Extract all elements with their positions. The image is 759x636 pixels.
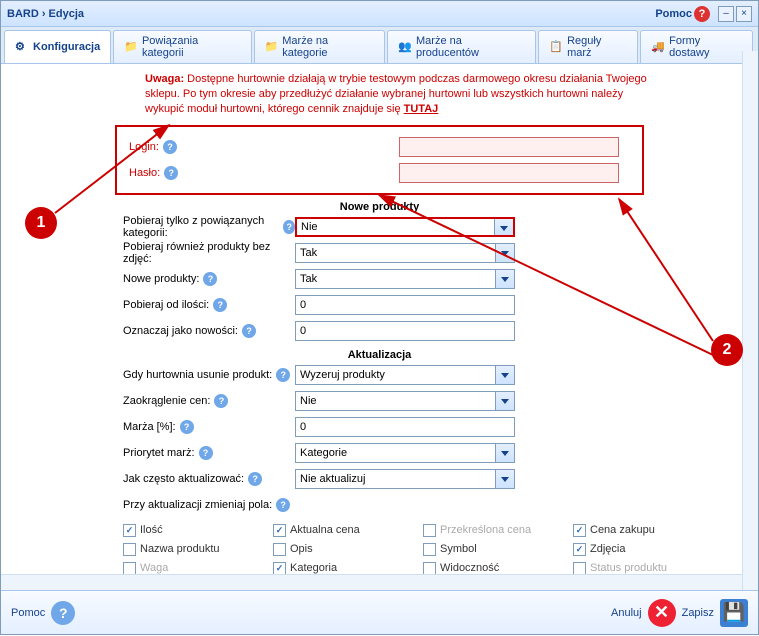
tab-marze-producentow[interactable]: 👥 Marże na producentów bbox=[387, 30, 536, 63]
footer-help-label[interactable]: Pomoc bbox=[11, 607, 45, 619]
select-pobieraj-zdj[interactable]: Tak bbox=[295, 243, 515, 263]
check-przekreslona: Przekreślona cena bbox=[423, 521, 573, 540]
help-icon[interactable]: ? bbox=[180, 420, 194, 434]
titlebar: BARD › Edycja Pomoc ? – × bbox=[1, 1, 758, 27]
minimize-button[interactable]: – bbox=[718, 6, 734, 22]
vertical-scrollbar[interactable] bbox=[742, 51, 758, 590]
login-input[interactable] bbox=[399, 137, 619, 157]
tab-reguly[interactable]: 📋 Reguły marż bbox=[538, 30, 638, 63]
help-icon[interactable]: ? bbox=[164, 166, 178, 180]
input-marza[interactable] bbox=[295, 417, 515, 437]
save-label[interactable]: Zapisz bbox=[682, 607, 714, 619]
gear-icon: ⚙ bbox=[15, 40, 29, 54]
tab-konfiguracja[interactable]: ⚙ Konfiguracja bbox=[4, 30, 111, 63]
select-nowe-produkty[interactable]: Tak bbox=[295, 269, 515, 289]
label-pobieraj-kat: Pobieraj tylko z powiązanych kategorii: … bbox=[15, 215, 295, 239]
label-oznaczaj: Oznaczaj jako nowości: ? bbox=[15, 324, 295, 338]
check-nazwa[interactable]: Nazwa produktu bbox=[123, 540, 273, 559]
help-icon[interactable]: ? bbox=[242, 324, 256, 338]
label-przy-akt: Przy aktualizacji zmieniaj pola: ? bbox=[15, 498, 295, 512]
label-priorytet: Priorytet marż: ? bbox=[15, 446, 295, 460]
help-icon[interactable]: ? bbox=[163, 140, 177, 154]
help-icon[interactable]: ? bbox=[248, 472, 262, 486]
input-oznaczaj[interactable] bbox=[295, 321, 515, 341]
horizontal-scrollbar[interactable] bbox=[1, 574, 742, 590]
select-zaokraglenie[interactable]: Nie bbox=[295, 391, 515, 411]
label-nowe-produkty: Nowe produkty: ? bbox=[15, 272, 295, 286]
folder-icon: 📁 bbox=[124, 40, 138, 54]
section-aktualizacja: Aktualizacja bbox=[15, 349, 744, 361]
tab-formy[interactable]: 🚚 Formy dostawy bbox=[640, 30, 753, 63]
footer: Pomoc ? Anuluj ✕ Zapisz 💾 bbox=[1, 590, 758, 634]
window-title: BARD › Edycja bbox=[7, 8, 655, 20]
warning-link[interactable]: TUTAJ bbox=[404, 103, 439, 115]
close-button[interactable]: × bbox=[736, 6, 752, 22]
check-symbol[interactable]: Symbol bbox=[423, 540, 573, 559]
select-pobieraj-kat[interactable]: Nie bbox=[295, 217, 515, 237]
select-gdy-usunie[interactable]: Wyzeruj produkty bbox=[295, 365, 515, 385]
help-link[interactable]: Pomoc ? bbox=[655, 6, 710, 22]
content-area: Uwaga: Dostępne hurtownie działają w try… bbox=[1, 64, 758, 590]
select-priorytet[interactable]: Kategorie bbox=[295, 443, 515, 463]
label-pobieraj-zdj: Pobieraj również produkty bez zdjęć: bbox=[15, 241, 295, 265]
save-button[interactable]: 💾 bbox=[720, 599, 748, 627]
rules-icon: 📋 bbox=[549, 40, 563, 54]
help-icon[interactable]: ? bbox=[214, 394, 228, 408]
warning-message: Uwaga: Dostępne hurtownie działają w try… bbox=[145, 72, 665, 117]
tab-bar: ⚙ Konfiguracja 📁 Powiązania kategorii 📁 … bbox=[1, 27, 758, 64]
label-jak-czesto: Jak często aktualizować: ? bbox=[15, 472, 295, 486]
cancel-label[interactable]: Anuluj bbox=[611, 607, 642, 619]
tab-marze-kategorie[interactable]: 📁 Marże na kategorie bbox=[254, 30, 386, 63]
check-opis[interactable]: Opis bbox=[273, 540, 423, 559]
haslo-input[interactable] bbox=[399, 163, 619, 183]
truck-icon: 🚚 bbox=[651, 40, 665, 54]
check-zdjecia[interactable]: Zdjęcia bbox=[573, 540, 723, 559]
check-cena-zakupu[interactable]: Cena zakupu bbox=[573, 521, 723, 540]
label-gdy-usunie: Gdy hurtownia usunie produkt: ? bbox=[15, 368, 295, 382]
help-icon[interactable]: ? bbox=[276, 498, 290, 512]
checkbox-grid: Ilość Aktualna cena Przekreślona cena Ce… bbox=[123, 521, 744, 578]
select-jak-czesto[interactable]: Nie aktualizuj bbox=[295, 469, 515, 489]
help-icon[interactable]: ? bbox=[51, 601, 75, 625]
section-nowe-produkty: Nowe produkty bbox=[15, 201, 744, 213]
help-icon: ? bbox=[694, 6, 710, 22]
people-icon: 👥 bbox=[398, 40, 412, 54]
help-icon[interactable]: ? bbox=[283, 220, 295, 234]
cancel-button[interactable]: ✕ bbox=[648, 599, 676, 627]
check-aktualna-cena[interactable]: Aktualna cena bbox=[273, 521, 423, 540]
check-ilosc[interactable]: Ilość bbox=[123, 521, 273, 540]
credentials-box: Login: ? Hasło: ? bbox=[115, 125, 644, 195]
label-pobieraj-od: Pobieraj od ilości: ? bbox=[15, 298, 295, 312]
input-pobieraj-od[interactable] bbox=[295, 295, 515, 315]
folder-icon: 📁 bbox=[265, 40, 279, 54]
help-icon[interactable]: ? bbox=[213, 298, 227, 312]
haslo-label: Hasło: ? bbox=[123, 166, 399, 180]
help-icon[interactable]: ? bbox=[203, 272, 217, 286]
help-icon[interactable]: ? bbox=[276, 368, 290, 382]
label-zaokraglenie: Zaokrąglenie cen: ? bbox=[15, 394, 295, 408]
label-marza: Marża [%]: ? bbox=[15, 420, 295, 434]
login-label: Login: ? bbox=[123, 140, 399, 154]
help-icon[interactable]: ? bbox=[199, 446, 213, 460]
tab-powiazania[interactable]: 📁 Powiązania kategorii bbox=[113, 30, 251, 63]
